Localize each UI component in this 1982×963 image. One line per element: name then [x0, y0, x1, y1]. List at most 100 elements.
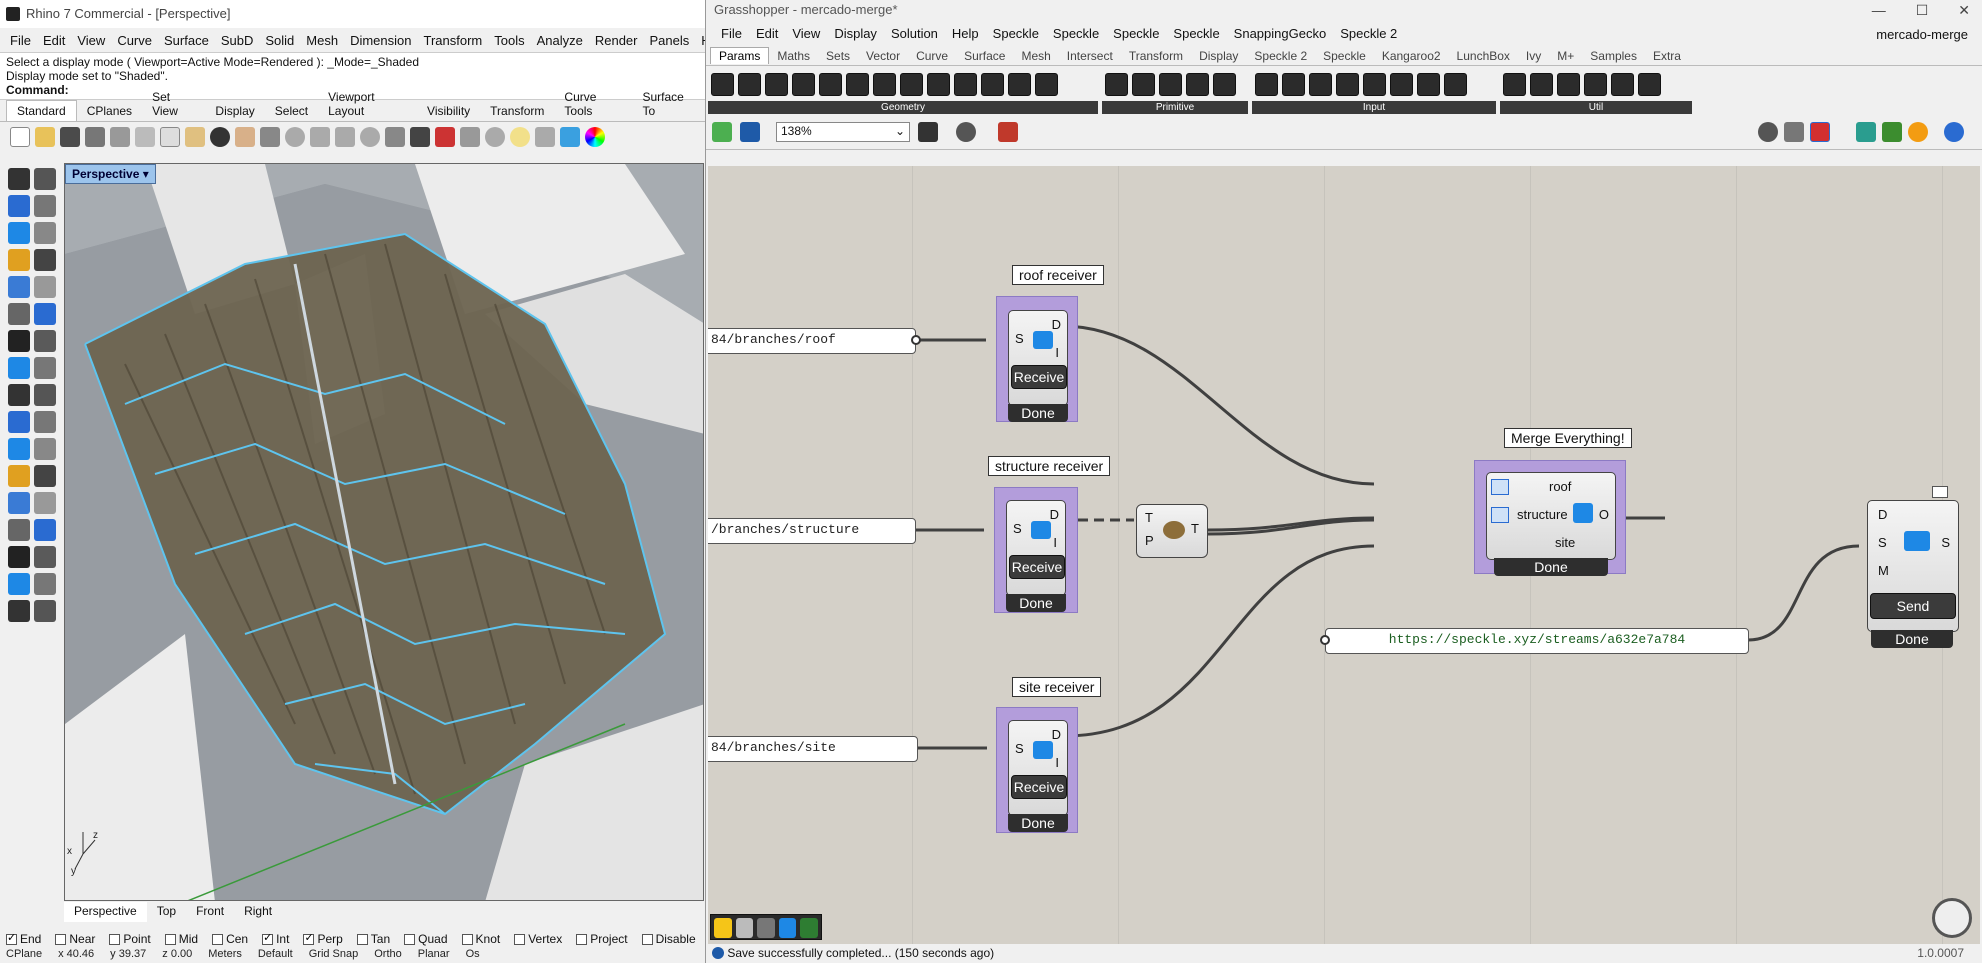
tool-icon[interactable] [34, 546, 56, 568]
snap-icon[interactable] [485, 127, 505, 147]
toolbar-tab-7[interactable]: Transform [480, 101, 554, 121]
viewport-tab-1[interactable]: Top [147, 902, 186, 922]
tool-icon[interactable] [8, 195, 30, 217]
rhino-menu-item-14[interactable]: Help [695, 33, 705, 48]
ribbon-component-icon[interactable] [1611, 73, 1634, 96]
gh-canvas[interactable]: roof receiver 84/branches/roof S D I Rec… [708, 166, 1980, 944]
tool-icon[interactable] [34, 384, 56, 406]
gh-tab-11[interactable]: Speckle [1315, 48, 1374, 64]
gh-tab-17[interactable]: Extra [1645, 48, 1689, 64]
ribbon-component-icon[interactable] [1008, 73, 1031, 96]
rhino-menu-item-9[interactable]: Transform [417, 33, 488, 48]
gh-tab-0[interactable]: Params [710, 47, 770, 64]
undo-icon[interactable] [210, 127, 230, 147]
rhino-menu-item-11[interactable]: Analyze [531, 33, 589, 48]
gh-tab-15[interactable]: M+ [1549, 48, 1582, 64]
ribbon-component-icon[interactable] [1105, 73, 1128, 96]
stream-url-panel[interactable]: https://speckle.xyz/streams/a632e7a784 [1325, 628, 1749, 654]
viewport-tab-0[interactable]: Perspective [64, 902, 147, 922]
osnap-checkbox[interactable] [262, 931, 274, 945]
osnap-7[interactable]: Tan [356, 930, 390, 948]
gh-menu-item-9[interactable]: Speckle [1166, 26, 1226, 41]
gh-menu-item-1[interactable]: Edit [749, 26, 785, 41]
ribbon-component-icon[interactable] [981, 73, 1004, 96]
tool-icon[interactable] [34, 438, 56, 460]
status-field-6[interactable]: Grid Snap [309, 948, 359, 963]
roof-receiver-component[interactable]: S D I Receive [1008, 310, 1068, 406]
ribbon-component-icon[interactable] [1363, 73, 1386, 96]
tool-icon[interactable] [8, 330, 30, 352]
site-branch-panel[interactable]: 84/branches/site [708, 736, 918, 762]
toolbar-tab-9[interactable]: Surface To [632, 87, 705, 121]
ribbon-component-icon[interactable] [1255, 73, 1278, 96]
merge-input-structure[interactable]: structure [1517, 507, 1568, 522]
gh-tab-9[interactable]: Display [1191, 48, 1246, 64]
status-field-0[interactable]: CPlane [6, 948, 42, 963]
display-icon-1[interactable] [1856, 122, 1876, 142]
roof-branch-panel[interactable]: 84/branches/roof [708, 328, 916, 354]
port-i[interactable]: I [1055, 755, 1059, 770]
tool-icon[interactable] [34, 330, 56, 352]
osnap-4[interactable]: Cen [212, 930, 248, 948]
gh-tab-14[interactable]: Ivy [1518, 48, 1549, 64]
tool-icon[interactable] [34, 357, 56, 379]
ribbon-component-icon[interactable] [1584, 73, 1607, 96]
gh-tab-5[interactable]: Surface [956, 48, 1013, 64]
minimize-icon[interactable]: — [1872, 0, 1886, 20]
tool-icon[interactable] [8, 357, 30, 379]
osnap-5[interactable]: Int [262, 930, 289, 948]
viewport-tab-2[interactable]: Front [186, 902, 234, 922]
widget-icon-2[interactable] [735, 918, 754, 938]
osnap-checkbox[interactable] [303, 931, 315, 945]
display-icon-3[interactable] [1908, 122, 1928, 142]
display-icon-4[interactable] [1944, 122, 1964, 142]
tool-icon[interactable] [8, 303, 30, 325]
rhino-menu-item-1[interactable]: Edit [37, 33, 71, 48]
site-receiver-component[interactable]: S D I Receive [1008, 720, 1068, 816]
ribbon-component-icon[interactable] [1186, 73, 1209, 96]
osnap-checkbox[interactable] [641, 933, 653, 945]
toolbar-tab-3[interactable]: Display [205, 101, 264, 121]
tool-icon[interactable] [8, 519, 30, 541]
rhino-menu-item-13[interactable]: Panels [643, 33, 695, 48]
widget-icon-1[interactable] [714, 918, 732, 938]
gh-menu-item-11[interactable]: Speckle 2 [1333, 26, 1404, 41]
tool-icon[interactable] [8, 438, 30, 460]
tool-icon[interactable] [34, 465, 56, 487]
tool-icon[interactable] [8, 168, 30, 190]
tool-icon[interactable] [8, 249, 30, 271]
ribbon-component-icon[interactable] [1159, 73, 1182, 96]
preview-shaded-icon[interactable] [1810, 122, 1830, 142]
status-field-2[interactable]: y 39.37 [110, 948, 146, 963]
gh-tab-7[interactable]: Intersect [1059, 48, 1121, 64]
undo-view-icon[interactable] [385, 127, 405, 147]
zoom-window-icon[interactable] [310, 127, 330, 147]
osnap-6[interactable]: Perp [303, 930, 343, 948]
osnap-10[interactable]: Vertex [514, 930, 562, 948]
import-icon[interactable] [110, 127, 130, 147]
tool-icon[interactable] [34, 222, 56, 244]
port-s[interactable]: S [1015, 331, 1024, 346]
color-wheel-icon[interactable] [585, 127, 605, 147]
ribbon-component-icon[interactable] [738, 73, 761, 96]
osnap-checkbox[interactable] [6, 931, 17, 945]
port-p[interactable]: P [1145, 533, 1154, 548]
ribbon-component-icon[interactable] [1035, 73, 1058, 96]
ribbon-component-icon[interactable] [900, 73, 923, 96]
gh-tab-13[interactable]: LunchBox [1449, 48, 1518, 64]
osnap-9[interactable]: Knot [461, 930, 500, 948]
osnap-3[interactable]: Mid [164, 930, 198, 948]
sender-input-s[interactable]: S [1878, 535, 1887, 550]
osnap-checkbox[interactable] [514, 933, 526, 945]
rhino-menu-item-3[interactable]: Curve [111, 33, 158, 48]
tool-icon[interactable] [8, 276, 30, 298]
merge-component[interactable]: roof structure site O [1486, 472, 1616, 560]
osnap-checkbox[interactable] [576, 933, 588, 945]
osnap-8[interactable]: Quad [404, 930, 448, 948]
osnap-checkbox[interactable] [404, 933, 416, 945]
osnap-checkbox[interactable] [212, 933, 224, 945]
tool-icon[interactable] [34, 168, 56, 190]
ribbon-component-icon[interactable] [1503, 73, 1526, 96]
widget-icon-5[interactable] [800, 918, 818, 938]
sender-input-d[interactable]: D [1878, 507, 1887, 522]
